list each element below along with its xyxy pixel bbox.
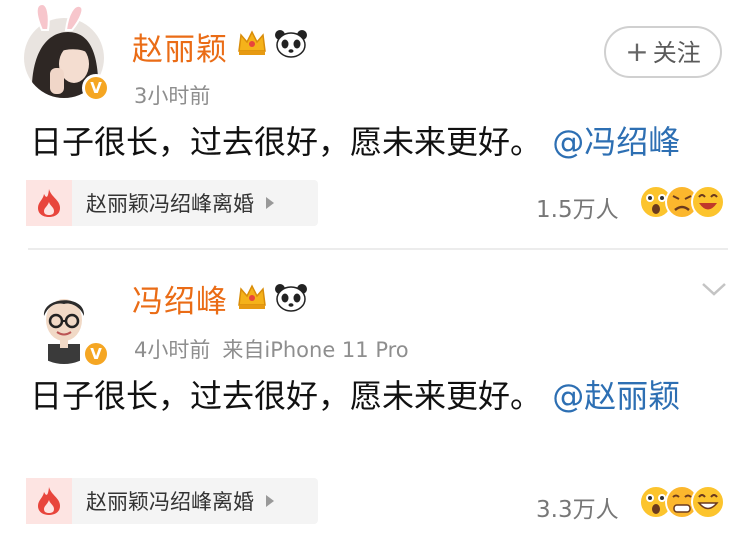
reactions-emojis[interactable] bbox=[638, 184, 725, 220]
panda-icon bbox=[275, 284, 307, 312]
chevron-down-icon[interactable] bbox=[700, 280, 728, 298]
topic-label: 赵丽颖冯绍峰离婚 bbox=[86, 192, 254, 216]
arrow-right-icon bbox=[266, 197, 274, 209]
post-time: 3小时前 bbox=[134, 84, 211, 108]
post-meta: 4小时前 来自iPhone 11 Pro bbox=[134, 334, 409, 364]
reactions-count[interactable]: 3.3万人 bbox=[536, 490, 619, 524]
bunny-ears-icon bbox=[35, 2, 84, 31]
post-text: 日子很长，过去很好，愿未来更好。 @冯绍峰 bbox=[30, 116, 730, 168]
crown-icon bbox=[238, 30, 266, 55]
post-meta: 3小时前 bbox=[134, 80, 210, 110]
post-card: V 冯绍峰 4小时前 来自iPhone 11 Pro 日子很长，过去很好，愿未来更… bbox=[0, 250, 750, 540]
verified-badge-icon: V bbox=[82, 340, 110, 368]
post-source: 来自iPhone 11 Pro bbox=[222, 338, 409, 362]
mention-link[interactable]: @赵丽颖 bbox=[552, 377, 680, 415]
author-name[interactable]: 冯绍峰 bbox=[132, 276, 228, 321]
reactions-emojis[interactable] bbox=[638, 484, 725, 520]
mention-link[interactable]: @冯绍峰 bbox=[552, 123, 680, 161]
crown-icon bbox=[238, 284, 266, 309]
avatar[interactable]: V bbox=[24, 284, 110, 368]
post-body: 日子很长，过去很好，愿未来更好。 bbox=[30, 123, 543, 161]
post-body: 日子很长，过去很好，愿未来更好。 bbox=[30, 377, 543, 415]
reactions-count[interactable]: 1.5万人 bbox=[536, 190, 619, 224]
avatar[interactable]: V bbox=[24, 2, 110, 102]
topic-label: 赵丽颖冯绍峰离婚 bbox=[86, 490, 254, 514]
post-time: 4小时前 bbox=[134, 338, 211, 362]
hot-topic-icon bbox=[26, 478, 72, 524]
grin-emoji-icon bbox=[691, 485, 725, 519]
author-name[interactable]: 赵丽颖 bbox=[132, 24, 228, 69]
hot-topic-link[interactable]: 赵丽颖冯绍峰离婚 bbox=[26, 180, 318, 226]
plus-icon: + bbox=[625, 35, 649, 68]
panda-icon bbox=[275, 30, 307, 58]
arrow-right-icon bbox=[266, 495, 274, 507]
post-text: 日子很长，过去很好，愿未来更好。 @赵丽颖 bbox=[30, 370, 730, 422]
laugh-emoji-icon bbox=[691, 185, 725, 219]
follow-button[interactable]: + 关注 bbox=[604, 26, 722, 78]
verified-badge-icon: V bbox=[82, 74, 110, 102]
hot-topic-icon bbox=[26, 180, 72, 226]
follow-label: 关注 bbox=[652, 39, 701, 67]
hot-topic-link[interactable]: 赵丽颖冯绍峰离婚 bbox=[26, 478, 318, 524]
post-card: V 赵丽颖 + 关注 3小时前 日子很长，过去很好，愿未来更好。 @冯绍峰 赵丽… bbox=[0, 0, 750, 248]
